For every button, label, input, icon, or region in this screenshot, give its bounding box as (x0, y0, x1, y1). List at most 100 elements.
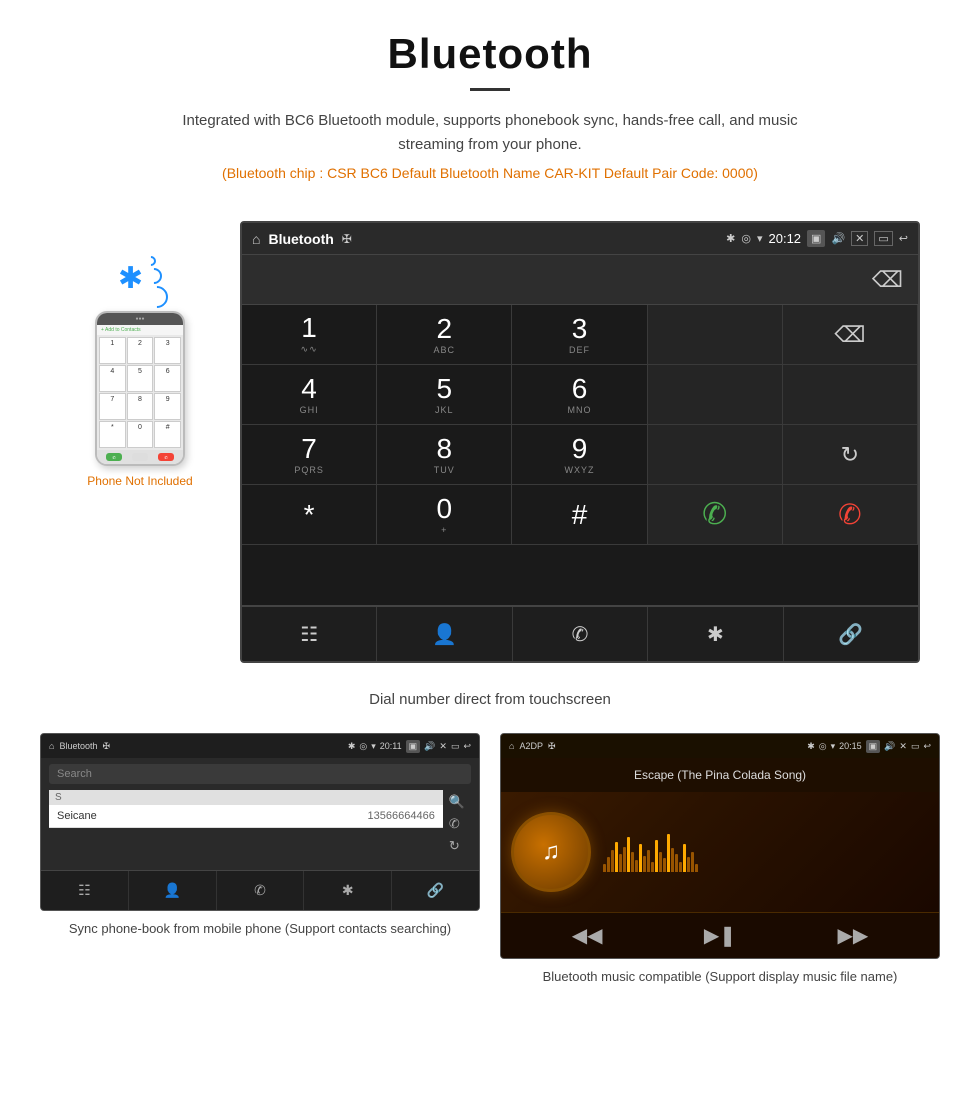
pb-nav-calls[interactable]: ✆ (217, 871, 305, 910)
dial-grid: 1 ∿∿ 2 ABC 3 DEF ⌫ 4 GHI 5 JKL (242, 305, 918, 606)
pb-status-left: ⌂ Bluetooth ✠ (49, 741, 110, 752)
dial-key-8[interactable]: 8 TUV (377, 425, 512, 485)
pb-close-icon[interactable]: ✕ (439, 741, 447, 752)
dial-key-0[interactable]: 0 + (377, 485, 512, 545)
pb-camera-icon[interactable]: ▣ (406, 740, 421, 753)
phone-key-8[interactable]: 8 (127, 393, 154, 420)
pb-refresh-icon[interactable]: ↻ (449, 838, 465, 854)
next-track-button[interactable]: ▶▶ (838, 923, 869, 948)
car-close-icon[interactable]: ✕ (851, 231, 868, 246)
dial-empty-r3c4 (648, 425, 783, 485)
dial-key-6[interactable]: 6 MNO (512, 365, 647, 425)
phone-key-5[interactable]: 5 (127, 365, 154, 392)
car-nav-bar: ☷ 👤 ✆ ✱ 🔗 (242, 606, 918, 661)
waveform-bar (695, 864, 698, 872)
phone-key-2[interactable]: 2 (127, 337, 154, 364)
phone-key-0[interactable]: 0 (127, 421, 154, 448)
link-icon: 🔗 (838, 622, 863, 647)
nav-contacts[interactable]: 👤 (377, 607, 512, 661)
dial-backspace-key[interactable]: ⌫ (783, 305, 918, 365)
pb-search-icon[interactable]: 🔍 (449, 794, 465, 810)
music-volume-icon[interactable]: 🔊 (884, 741, 895, 752)
music-close-icon[interactable]: ✕ (899, 741, 907, 752)
waveform-bar (687, 857, 690, 872)
dial-key-star[interactable]: * (242, 485, 377, 545)
pb-window-icon[interactable]: ▭ (451, 741, 460, 752)
dial-call-green[interactable]: ✆ (648, 485, 783, 545)
page-title: Bluetooth (60, 30, 920, 78)
dial-redial-key[interactable]: ↻ (783, 425, 918, 485)
phone-key-star[interactable]: * (99, 421, 126, 448)
music-back-icon[interactable]: ↩ (923, 741, 931, 752)
phone-key-4[interactable]: 4 (99, 365, 126, 392)
music-home-icon[interactable]: ⌂ (509, 741, 514, 751)
dial-key-5[interactable]: 5 JKL (377, 365, 512, 425)
dial-key-3[interactable]: 3 DEF (512, 305, 647, 365)
music-status-bar: ⌂ A2DP ✠ ✱ ◎ ▾ 20:15 ▣ 🔊 ✕ ▭ ↩ (501, 734, 939, 758)
red-call-icon: ✆ (838, 498, 861, 531)
backspace-button[interactable]: ⌫ (872, 267, 903, 293)
waveform-bar (651, 862, 654, 872)
dial-key-7[interactable]: 7 PQRS (242, 425, 377, 485)
phone-key-1[interactable]: 1 (99, 337, 126, 364)
play-pause-button[interactable]: ▶❚ (704, 923, 736, 948)
pb-back-icon[interactable]: ↩ (463, 741, 471, 752)
waveform-bar (639, 844, 642, 872)
nav-link[interactable]: 🔗 (784, 607, 918, 661)
phone-key-7[interactable]: 7 (99, 393, 126, 420)
waveform-bar (627, 837, 630, 872)
music-title: A2DP (519, 741, 543, 751)
dial-empty-r2c4 (648, 365, 783, 425)
phone-key-9[interactable]: 9 (154, 393, 181, 420)
pb-nav-bt[interactable]: ✱ (304, 871, 392, 910)
car-window-icon[interactable]: ▭ (874, 231, 892, 246)
phone-home-button (132, 453, 148, 461)
pb-link-nav-icon: 🔗 (427, 882, 444, 899)
dial-key-hash[interactable]: # (512, 485, 647, 545)
signal-arc-small (144, 254, 158, 268)
waveform-bar (607, 857, 610, 872)
dial-key-2[interactable]: 2 ABC (377, 305, 512, 365)
dial-display: ⌫ (242, 255, 918, 305)
music-window-icon[interactable]: ▭ (911, 741, 920, 752)
car-volume-icon[interactable]: 🔊 (831, 232, 845, 245)
nav-calls[interactable]: ✆ (513, 607, 648, 661)
pb-call-icon[interactable]: ✆ (449, 816, 465, 832)
nav-bluetooth[interactable]: ✱ (648, 607, 783, 661)
dial-key-9[interactable]: 9 WXYZ (512, 425, 647, 485)
pb-volume-icon[interactable]: 🔊 (424, 741, 435, 752)
dial-call-red[interactable]: ✆ (783, 485, 918, 545)
dial-empty-r2c5 (783, 365, 918, 425)
car-location-icon: ◎ (741, 232, 751, 245)
signal-arc-large (141, 281, 172, 312)
music-camera-icon[interactable]: ▣ (866, 740, 881, 753)
pb-bt-icon: ✱ (348, 741, 356, 752)
car-dial-screen: ⌂ Bluetooth ✠ ✱ ◎ ▾ 20:12 ▣ 🔊 ✕ ▭ ↩ ⌫ (240, 221, 920, 663)
pb-nav-contacts[interactable]: 👤 (129, 871, 217, 910)
dialpad-icon: ☷ (300, 622, 318, 647)
car-camera-icon[interactable]: ▣ (807, 230, 825, 247)
nav-dialpad[interactable]: ☷ (242, 607, 377, 661)
pb-contact-row[interactable]: Seicane 13566664466 (49, 805, 443, 828)
pb-search-bar[interactable]: Search (49, 764, 471, 784)
pb-home-icon[interactable]: ⌂ (49, 741, 54, 751)
pb-calls-nav-icon: ✆ (254, 882, 266, 899)
waveform-bar (691, 852, 694, 872)
dial-key-1[interactable]: 1 ∿∿ (242, 305, 377, 365)
phone-key-6[interactable]: 6 (154, 365, 181, 392)
dial-key-4[interactable]: 4 GHI (242, 365, 377, 425)
music-status-right: ✱ ◎ ▾ 20:15 ▣ 🔊 ✕ ▭ ↩ (807, 740, 931, 753)
phone-call-button[interactable]: ✆ (106, 453, 122, 461)
car-back-icon[interactable]: ↩ (899, 232, 908, 245)
music-screen-item: ⌂ A2DP ✠ ✱ ◎ ▾ 20:15 ▣ 🔊 ✕ ▭ ↩ E (500, 733, 940, 987)
prev-track-button[interactable]: ◀◀ (572, 923, 603, 948)
bottom-screens: ⌂ Bluetooth ✠ ✱ ◎ ▾ 20:11 ▣ 🔊 ✕ ▭ ↩ (0, 723, 980, 1007)
pb-nav-dialpad[interactable]: ☷ (41, 871, 129, 910)
phone-key-hash[interactable]: # (154, 421, 181, 448)
car-home-icon[interactable]: ⌂ (252, 231, 260, 247)
phone-key-3[interactable]: 3 (154, 337, 181, 364)
pb-nav-link[interactable]: 🔗 (392, 871, 479, 910)
phone-end-button[interactable]: ✆ (158, 453, 174, 461)
music-info (603, 832, 929, 872)
car-bt-icon: ✱ (726, 232, 735, 245)
